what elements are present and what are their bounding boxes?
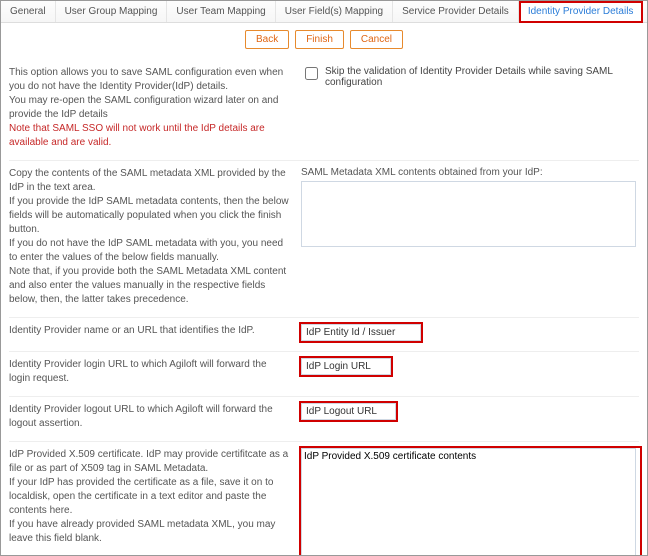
meta-label: SAML Metadata XML contents obtained from… [301,167,639,178]
cert-desc-1: IdP Provided X.509 certificate. IdP may … [9,448,289,476]
idp-cert-textarea[interactable] [301,448,636,556]
skip-desc-2: You may re-open the SAML configuration w… [9,94,289,122]
skip-warning: Note that SAML SSO will not work until t… [9,122,289,150]
idp-login-input[interactable] [301,358,391,375]
finish-button[interactable]: Finish [295,30,344,49]
tab-service-provider-details[interactable]: Service Provider Details [393,1,519,22]
back-button[interactable]: Back [245,30,289,49]
login-desc: Identity Provider login URL to which Agi… [9,358,289,386]
tab-user-group-mapping[interactable]: User Group Mapping [56,1,168,22]
cert-desc-3: If you have already provided SAML metada… [9,518,289,546]
meta-desc-4: Note that, if you provide both the SAML … [9,265,289,307]
meta-desc-1: Copy the contents of the SAML metadata X… [9,167,289,195]
tab-user-fields-mapping[interactable]: User Field(s) Mapping [276,1,393,22]
idp-entity-input[interactable] [301,324,421,341]
skip-validation-checkbox[interactable] [305,67,318,80]
cert-desc-2: If your IdP has provided the certificate… [9,476,289,518]
logout-desc: Identity Provider logout URL to which Ag… [9,403,289,431]
skip-validation-label[interactable]: Skip the validation of Identity Provider… [301,66,639,88]
top-button-row: Back Finish Cancel [1,23,647,56]
cancel-button[interactable]: Cancel [350,30,403,49]
meta-desc-2: If you provide the IdP SAML metadata con… [9,195,289,237]
tab-identity-provider-details[interactable]: Identity Provider Details [519,1,644,23]
tab-general[interactable]: General [1,1,56,22]
tab-user-team-mapping[interactable]: User Team Mapping [167,1,275,22]
entity-desc: Identity Provider name or an URL that id… [9,324,289,338]
tab-bar: General User Group Mapping User Team Map… [1,1,647,23]
idp-logout-input[interactable] [301,403,396,420]
meta-desc-3: If you do not have the IdP SAML metadata… [9,237,289,265]
skip-desc-1: This option allows you to save SAML conf… [9,66,289,94]
saml-metadata-textarea[interactable] [301,181,636,247]
skip-validation-text: Skip the validation of Identity Provider… [325,66,639,88]
